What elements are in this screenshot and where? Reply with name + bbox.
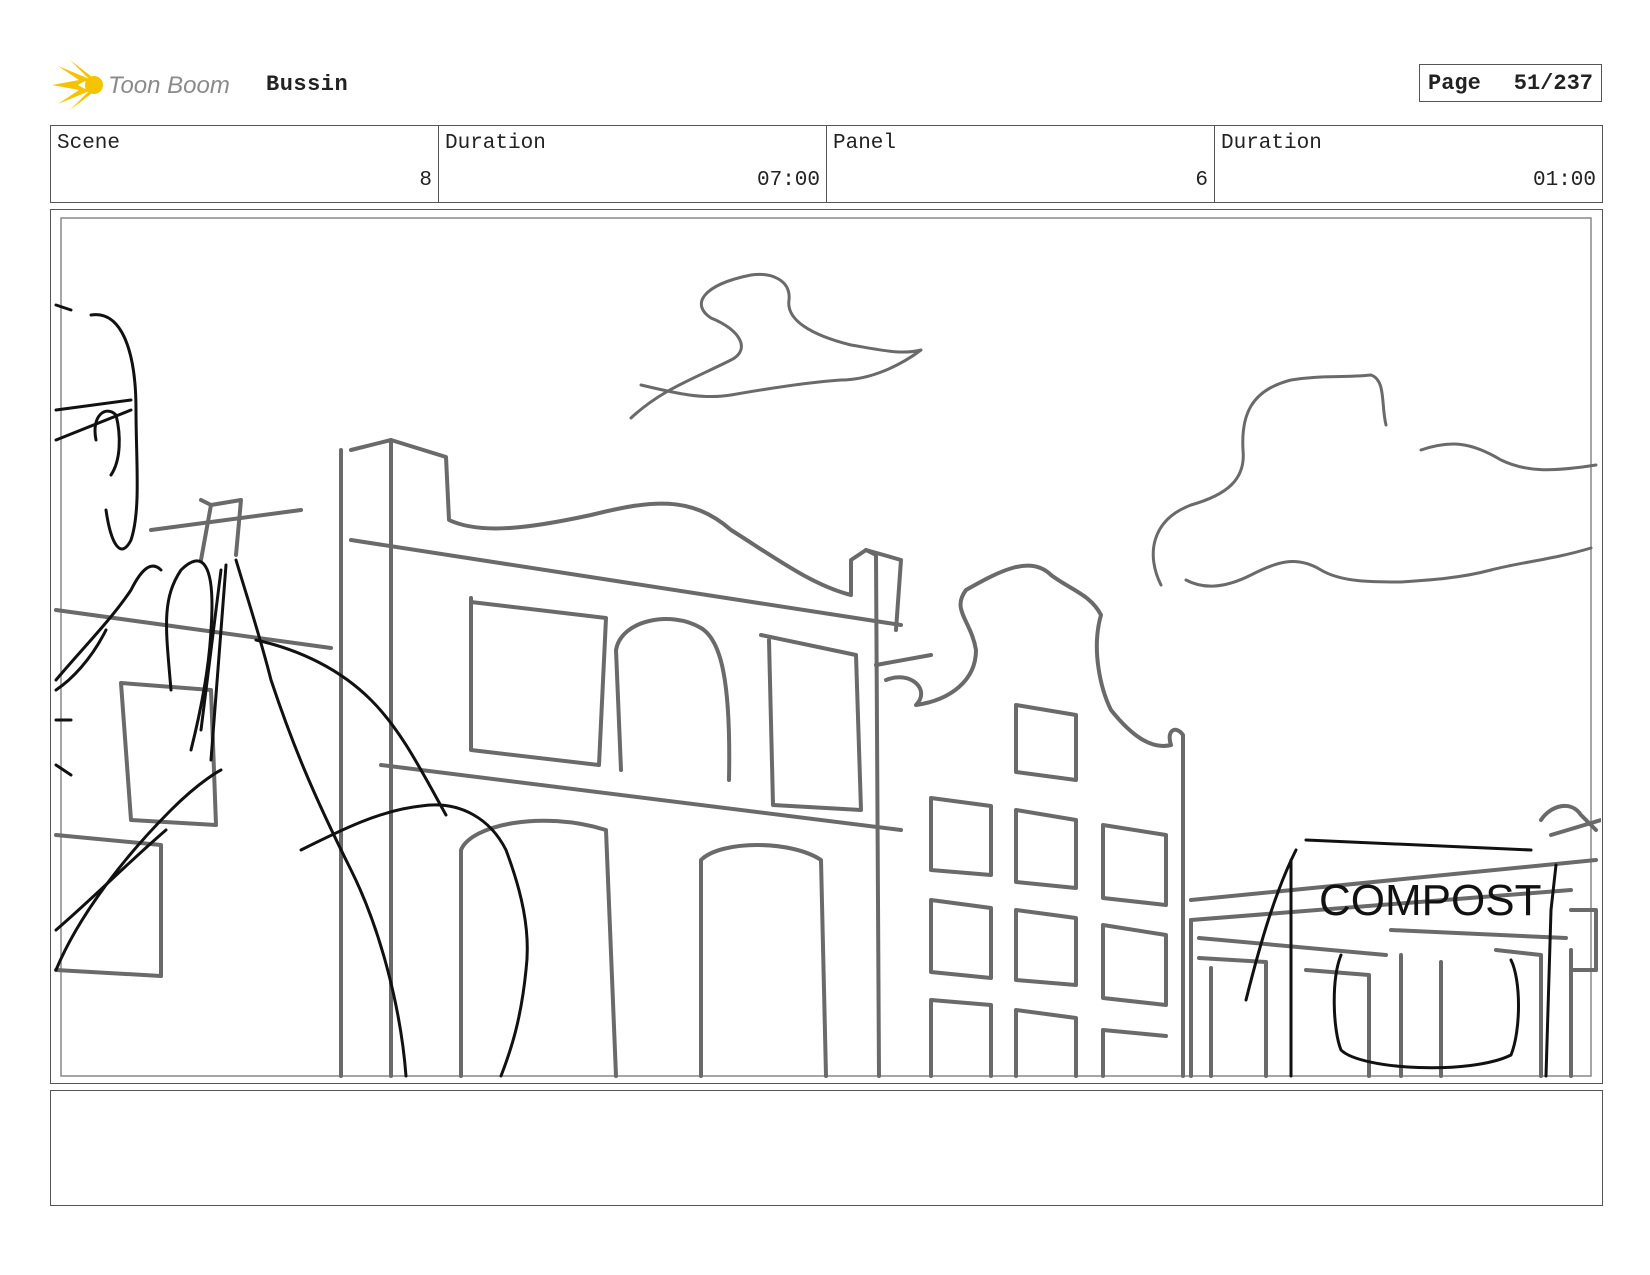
panel-info-bar: Scene 8 Duration 07:00 Panel 6 Duration … bbox=[50, 125, 1603, 203]
scene-label: Scene bbox=[57, 132, 121, 155]
panel-duration-label: Duration bbox=[1221, 132, 1322, 155]
panel-notes-box[interactable] bbox=[50, 1090, 1603, 1206]
sketch-drawing: COMPOST bbox=[54, 217, 1601, 1078]
scene-value: 8 bbox=[419, 169, 432, 192]
logo-text: Toon Boom bbox=[108, 72, 230, 99]
panel-value: 6 bbox=[1195, 169, 1208, 192]
clouds bbox=[629, 272, 1598, 588]
toon-boom-logo: Toon Boom bbox=[52, 58, 248, 112]
panel-label: Panel bbox=[833, 132, 897, 155]
panel-duration-cell: Duration 01:00 bbox=[1214, 126, 1602, 202]
character-sketch bbox=[54, 303, 529, 1078]
scene-duration-value: 07:00 bbox=[756, 169, 820, 192]
building-gable bbox=[874, 563, 1185, 1078]
building-shop bbox=[1189, 804, 1601, 1078]
scene-duration-label: Duration bbox=[445, 132, 546, 155]
project-title: Bussin bbox=[266, 72, 349, 97]
logo-burst-icon: Toon Boom bbox=[52, 60, 230, 110]
cloud-left bbox=[629, 272, 923, 420]
panel-cell: Panel 6 bbox=[826, 126, 1214, 202]
building-middle bbox=[339, 438, 903, 1078]
scene-duration-cell: Duration 07:00 bbox=[438, 126, 826, 202]
panel-duration-value: 01:00 bbox=[1532, 169, 1596, 192]
cloud-right bbox=[1151, 373, 1598, 588]
page-indicator: Page 51/237 bbox=[1419, 64, 1602, 102]
page-label: Page bbox=[1428, 70, 1481, 96]
storyboard-panel: COMPOST bbox=[50, 209, 1603, 1084]
compost-sign-text: COMPOST bbox=[1319, 876, 1541, 925]
page-number: 51/237 bbox=[1513, 70, 1593, 96]
scene-cell: Scene 8 bbox=[51, 126, 438, 202]
